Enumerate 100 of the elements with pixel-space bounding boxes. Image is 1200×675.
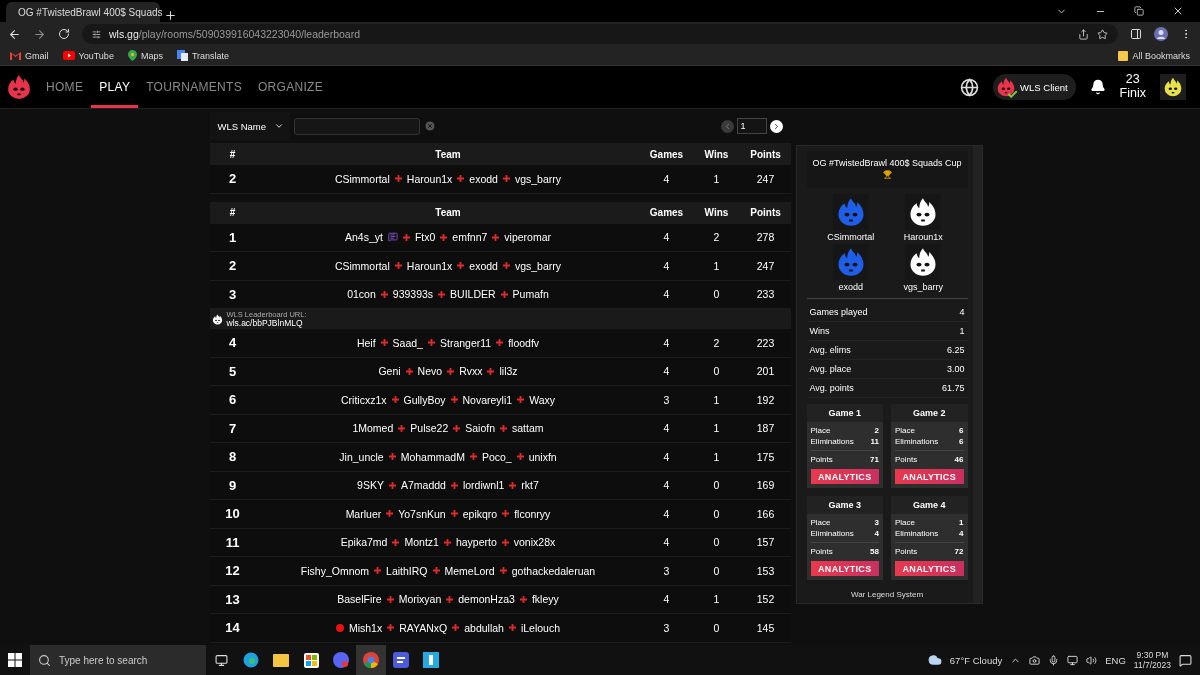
rank: 5 bbox=[227, 363, 238, 379]
camera-icon[interactable] bbox=[1029, 654, 1041, 666]
rank: 7 bbox=[227, 420, 238, 436]
pin-icon bbox=[127, 50, 137, 61]
plus-icon bbox=[453, 424, 461, 432]
forward-icon[interactable] bbox=[33, 27, 46, 41]
address-bar[interactable]: wls.gg/play/rooms/509039916043223040/leaderboard bbox=[82, 24, 1118, 44]
wins-count: 1 bbox=[712, 593, 721, 606]
games-count: 4 bbox=[662, 422, 671, 435]
bell-icon[interactable] bbox=[1089, 79, 1106, 95]
search-field[interactable] bbox=[294, 117, 421, 135]
player-name: 1Momed bbox=[352, 422, 394, 435]
task-view-icon[interactable] bbox=[214, 653, 228, 667]
plus-icon bbox=[440, 233, 448, 241]
globe-icon[interactable] bbox=[960, 77, 980, 97]
player-name: A7maddd bbox=[400, 479, 446, 492]
previous-page-button[interactable] bbox=[720, 119, 734, 133]
plus-icon bbox=[388, 481, 396, 489]
leaderboard-link[interactable]: wls.ac/bbPJBlnMLQ bbox=[226, 318, 307, 327]
bookmark[interactable]: YouTube bbox=[62, 50, 114, 61]
games-count: 4 bbox=[662, 336, 671, 349]
player-name: CSimmortal bbox=[334, 172, 390, 185]
plus-icon bbox=[450, 481, 458, 489]
browser-icon[interactable] bbox=[243, 652, 259, 668]
page-field[interactable]: 1 bbox=[736, 118, 767, 134]
back-icon[interactable] bbox=[8, 27, 21, 41]
player-name: Jin_uncle bbox=[339, 450, 384, 463]
player-name: Fishy_Omnom bbox=[300, 564, 370, 577]
logo-icon bbox=[6, 74, 32, 100]
points-value: 169 bbox=[755, 479, 776, 492]
player-name: flconryy bbox=[514, 507, 551, 520]
clock[interactable]: 9:30 PM 11/7/2023 bbox=[1133, 649, 1171, 671]
profile-avatar[interactable] bbox=[1154, 27, 1168, 41]
tournament-title: OG #TwistedBrawl 400$ Squads Cup bbox=[806, 151, 968, 189]
close-icon[interactable] bbox=[1172, 5, 1184, 17]
weather-text: 67°F Cloudy bbox=[949, 654, 1003, 666]
player-name: exodd bbox=[469, 259, 498, 272]
rank: 13 bbox=[224, 591, 241, 607]
games-count: 3 bbox=[662, 621, 671, 634]
player-name: Nevo bbox=[417, 365, 443, 378]
clear-icon[interactable] bbox=[424, 120, 437, 132]
stat-value: 2 bbox=[874, 425, 879, 437]
reload-icon[interactable] bbox=[58, 28, 70, 40]
game-title: Game 1 bbox=[806, 404, 883, 423]
wins-count: 0 bbox=[712, 507, 721, 520]
mic-icon[interactable] bbox=[1048, 654, 1060, 666]
bookmark[interactable]: Translate bbox=[176, 50, 230, 61]
analytics-button[interactable]: ANALYTICS bbox=[810, 561, 879, 577]
new-tab-icon[interactable] bbox=[164, 9, 177, 22]
nav-tab[interactable]: ORGANIZE bbox=[249, 66, 332, 108]
bookmark[interactable]: Maps bbox=[127, 50, 163, 61]
rank: 3 bbox=[227, 286, 238, 302]
stat-label: Eliminations bbox=[895, 436, 939, 448]
network-icon[interactable] bbox=[1067, 654, 1079, 666]
player-name: Marluer bbox=[345, 507, 382, 520]
nav-tab[interactable]: TOURNAMENTS bbox=[138, 66, 250, 108]
restore-icon[interactable] bbox=[1134, 6, 1144, 16]
player-name: vgs_barry bbox=[514, 259, 562, 272]
stat-label: Games played bbox=[809, 307, 868, 318]
player-name: vgs_barry bbox=[514, 172, 562, 185]
side-panel-icon[interactable] bbox=[1130, 28, 1142, 40]
wins-count: 1 bbox=[712, 259, 721, 272]
nav-tab[interactable]: HOME bbox=[38, 66, 92, 108]
notifications-icon[interactable] bbox=[1179, 653, 1192, 667]
bookmark[interactable]: Gmail bbox=[10, 50, 49, 61]
analytics-button[interactable]: ANALYTICS bbox=[895, 469, 964, 485]
share-icon[interactable] bbox=[1078, 28, 1089, 40]
bookmark-star-icon[interactable] bbox=[1097, 28, 1108, 40]
points-value: 175 bbox=[755, 450, 776, 463]
analytics-button[interactable]: ANALYTICS bbox=[810, 469, 879, 485]
wins-count: 0 bbox=[712, 288, 721, 301]
player-name: lil3z bbox=[499, 365, 518, 378]
all-bookmarks[interactable]: All Bookmarks bbox=[1118, 50, 1190, 61]
stat-label: Points bbox=[895, 546, 918, 558]
taskbar-search[interactable]: Type here to search bbox=[30, 645, 206, 675]
games-count: 4 bbox=[662, 172, 671, 185]
player-name: Saiofn bbox=[465, 422, 496, 435]
games-count: 4 bbox=[662, 288, 671, 301]
store-icon[interactable] bbox=[303, 652, 319, 668]
browser-tab[interactable]: OG #TwistedBrawl 400$ Squads bbox=[6, 2, 160, 22]
folder-icon[interactable] bbox=[273, 653, 289, 667]
next-page-button[interactable] bbox=[769, 119, 783, 133]
player-name: Waxy bbox=[529, 393, 555, 406]
name-select[interactable]: WLS Name bbox=[209, 112, 291, 140]
site-info-icon[interactable] bbox=[92, 29, 101, 39]
mail-icon bbox=[10, 51, 21, 60]
chat-app-icon[interactable] bbox=[333, 652, 349, 668]
chrome-icon[interactable] bbox=[363, 652, 379, 668]
player-name: iLelouch bbox=[520, 621, 561, 634]
app-icon[interactable] bbox=[393, 652, 409, 668]
stat-label: Avg. place bbox=[809, 364, 852, 375]
rank: 12 bbox=[224, 563, 241, 579]
player-name: Saad_ bbox=[392, 336, 423, 349]
volume-icon[interactable] bbox=[1086, 654, 1098, 666]
stat-label: Points bbox=[810, 546, 833, 558]
client-button[interactable]: WLS Client bbox=[993, 74, 1076, 100]
column-header: Games bbox=[648, 207, 685, 218]
stat-value: 58 bbox=[870, 546, 879, 558]
analytics-button[interactable]: ANALYTICS bbox=[895, 561, 964, 577]
stat-value: 4 bbox=[959, 307, 965, 318]
